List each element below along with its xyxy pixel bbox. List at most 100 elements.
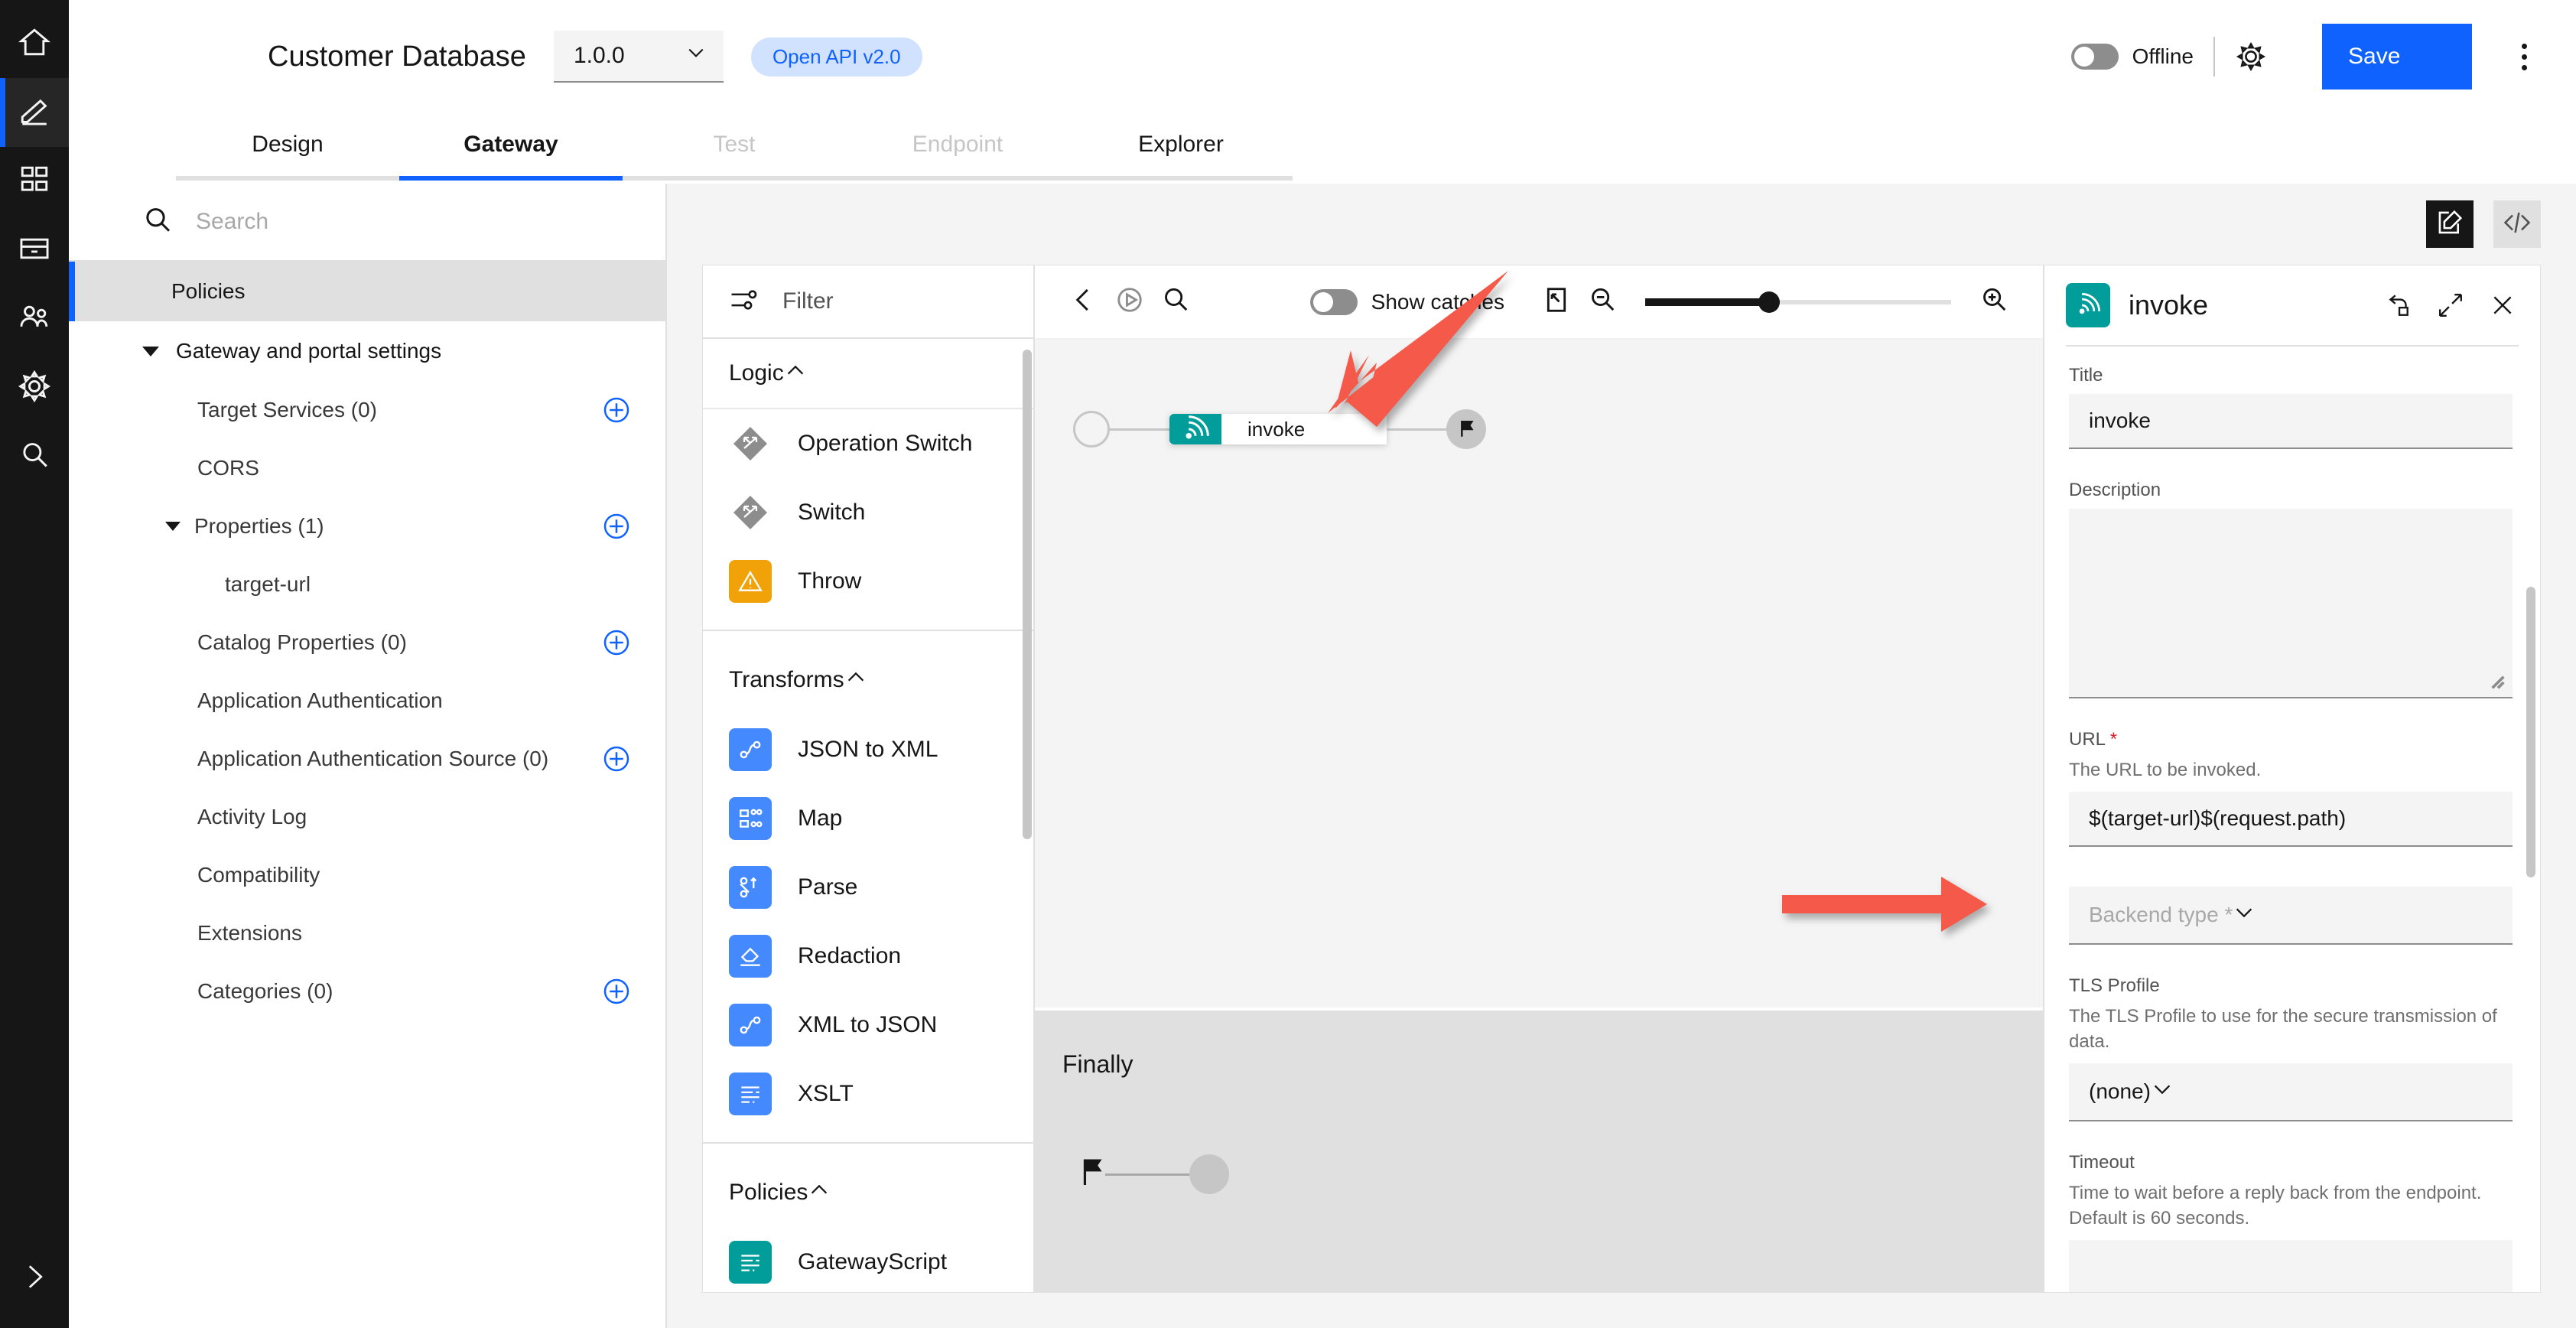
field-backend-type: Backend type * [2069,887,2513,946]
rail-item-home[interactable] [0,9,69,78]
sidebar-item-application-authentication-source[interactable]: Application Authentication Source (0) [69,730,665,788]
tab-explorer[interactable]: Explorer [1069,113,1293,181]
palette-section-transforms[interactable]: Transforms [703,645,1033,715]
tab-endpoint[interactable]: Endpoint [846,113,1069,181]
sidebar-item-policies[interactable]: Policies [69,262,665,321]
url-input[interactable]: $(target-url)$(request.path) [2069,792,2513,848]
code-brackets-icon [2503,208,2532,241]
tab-test[interactable]: Test [623,113,846,181]
close-icon[interactable] [2487,289,2519,321]
flow-back-button[interactable] [1061,279,1107,325]
flow-canvas[interactable]: invoke Finally [1035,339,2043,1292]
add-icon[interactable] [601,395,632,425]
overflow-menu-button[interactable] [2507,34,2541,80]
palette-item-json-to-xml[interactable]: JSON to XML [703,715,1033,784]
properties-scrollbar[interactable] [2526,587,2535,877]
rail-item-search[interactable] [0,422,69,491]
zoom-in-button[interactable] [1971,279,2017,325]
tls-profile-select[interactable]: (none) [2069,1063,2513,1122]
palette-section-label: Transforms [729,667,844,692]
tab-design[interactable]: Design [176,113,399,181]
save-button[interactable]: Save [2322,24,2472,90]
rail-item-settings[interactable] [0,353,69,422]
gear-icon [18,369,51,406]
assembly-source-button[interactable] [2493,200,2541,248]
chevron-up-icon [844,666,867,695]
fit-to-screen-icon [1542,285,1571,318]
show-catches-toggle[interactable] [1309,288,1358,315]
add-icon[interactable] [601,744,632,774]
field-title: Title invoke [2069,365,2513,449]
start-circle-icon [1073,411,1110,448]
search-input[interactable] [196,209,502,235]
backend-type-select[interactable]: Backend type * [2069,887,2513,946]
rail-item-design[interactable] [0,78,69,147]
field-tls-profile: TLS Profile The TLS Profile to use for t… [2069,975,2513,1122]
palette-item-throw[interactable]: Throw [703,547,1033,616]
rail-item-members[interactable] [0,285,69,353]
sidebar-item-categories[interactable]: Categories (0) [69,962,665,1020]
palette-item-label: JSON to XML [798,737,938,762]
main-area: Customer Database 1.0.0 Open API v2.0 Of… [69,0,2576,1328]
palette-item-operation-switch[interactable]: Operation Switch [703,409,1033,478]
sidebar-item-activity-log[interactable]: Activity Log [69,788,665,846]
palette-item-xml-to-json[interactable]: XML to JSON [703,991,1033,1059]
sidebar-item-properties[interactable]: Properties (1) [69,497,665,555]
version-select[interactable]: 1.0.0 [553,31,724,83]
fit-to-screen-button[interactable] [1534,279,1579,325]
timeout-input[interactable] [2069,1239,2513,1292]
content-body: Policies Gateway and portal settings Tar… [69,184,2576,1328]
branch-icon [729,491,772,534]
zoom-out-button[interactable] [1579,279,1625,325]
rail-item-catalog[interactable] [0,216,69,285]
sidebar-item-target-url[interactable]: target-url [69,555,665,614]
palette-filter[interactable]: Filter [703,265,1033,339]
expand-icon[interactable] [2435,289,2467,321]
sidebar-group-gateway-portal-settings[interactable]: Gateway and portal settings [69,321,665,381]
add-icon[interactable] [601,976,632,1007]
rail-expand-button[interactable] [0,1261,69,1296]
palette-item-xslt[interactable]: XSLT [703,1059,1033,1128]
sidebar-item-cors[interactable]: CORS [69,439,665,497]
sidebar-item-catalog-properties[interactable]: Catalog Properties (0) [69,614,665,672]
assembly-edit-button[interactable] [2426,200,2474,248]
palette-scroll: Logic Operation Switch Switch Throw Tran… [703,339,1033,1292]
flow-search-button[interactable] [1153,279,1199,325]
sidebar-item-target-services[interactable]: Target Services (0) [69,381,665,439]
add-icon[interactable] [601,511,632,542]
home-icon [18,26,51,62]
reset-icon[interactable] [2382,289,2415,321]
zoom-slider-knob[interactable] [1758,291,1780,313]
description-textarea[interactable] [2069,509,2513,698]
script-icon [729,1072,772,1115]
palette-item-label: Operation Switch [798,431,973,456]
palette-item-redaction[interactable]: Redaction [703,922,1033,991]
required-marker: * [2109,729,2118,750]
zoom-slider[interactable] [1645,287,1951,317]
sidebar-item-compatibility[interactable]: Compatibility [69,846,665,904]
rail-item-apps[interactable] [0,147,69,216]
canvas-topbar [667,184,2576,265]
flow-play-button[interactable] [1107,279,1153,325]
caret-down-icon [165,522,181,531]
offline-toggle[interactable] [2070,44,2119,70]
add-icon[interactable] [601,627,632,658]
api-spec-badge: Open API v2.0 [750,37,922,76]
palette-section-policies[interactable]: Policies [703,1157,1033,1228]
palette-item-gatewayscript[interactable]: GatewayScript [703,1228,1033,1292]
palette-section-logic[interactable]: Logic [703,339,1033,409]
palette-item-switch[interactable]: Switch [703,478,1033,547]
header-settings-button[interactable] [2235,41,2267,73]
sidebar-item-application-authentication[interactable]: Application Authentication [69,672,665,730]
resize-grip-icon[interactable] [2490,674,2506,691]
sidebar-item-label: CORS [197,456,259,480]
search-icon [142,205,173,239]
sidebar-item-extensions[interactable]: Extensions [69,904,665,962]
palette-scrollbar[interactable] [1023,350,1032,839]
title-input[interactable]: invoke [2069,394,2513,449]
palette-item-parse[interactable]: Parse [703,853,1033,922]
flow-node-invoke[interactable]: invoke [1169,414,1387,444]
palette-item-map[interactable]: Map [703,784,1033,853]
tab-gateway[interactable]: Gateway [399,113,623,181]
search-icon [1161,285,1190,318]
